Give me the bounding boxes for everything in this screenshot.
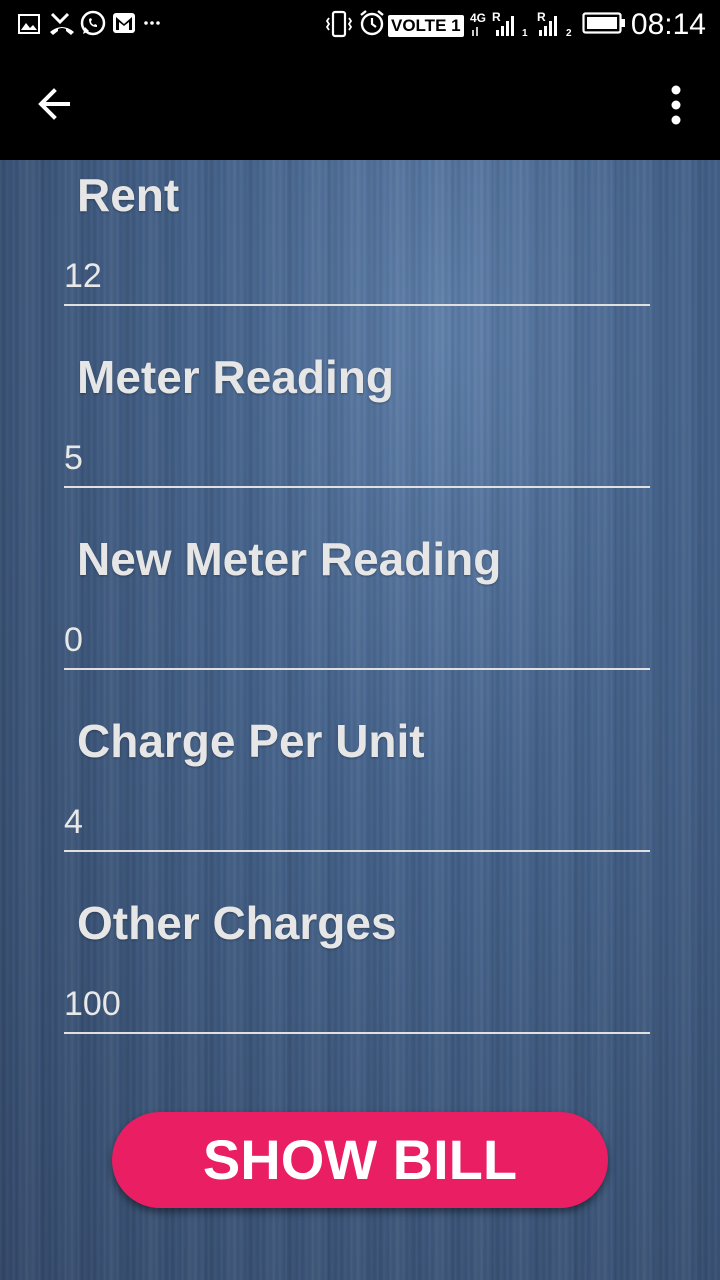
sim-1-label: 1: [522, 28, 528, 39]
status-bar: VOLTE 1 4G R 1 R 2 08:14: [0, 0, 720, 50]
image-icon: [18, 14, 40, 34]
meter-reading-input[interactable]: 5: [64, 436, 650, 488]
overflow-menu-icon[interactable]: [656, 80, 696, 130]
signal-icon: [472, 16, 514, 36]
new-meter-reading-label: New Meter Reading: [77, 533, 502, 585]
status-time: 08:14: [630, 8, 706, 41]
other-charges-label: Other Charges: [77, 897, 397, 949]
new-meter-reading-input[interactable]: 0: [64, 618, 650, 670]
rent-label: Rent: [77, 169, 180, 221]
sim-2-label: 2: [566, 28, 572, 39]
app-toolbar: [0, 50, 720, 160]
signal-icon: [539, 16, 557, 36]
whatsapp-icon: [80, 10, 106, 36]
other-charges-input[interactable]: 100: [64, 982, 650, 1034]
more-notifications-icon: [144, 21, 160, 25]
vibrate-icon: [325, 10, 353, 38]
back-arrow-icon[interactable]: [28, 76, 84, 132]
meter-reading-label: Meter Reading: [77, 351, 394, 403]
charge-per-unit-label: Charge Per Unit: [77, 715, 425, 767]
rent-input[interactable]: 12: [64, 254, 650, 306]
battery-icon: [582, 12, 625, 34]
charge-per-unit-input[interactable]: 4: [64, 800, 650, 852]
show-bill-button[interactable]: SHOW BILL: [112, 1112, 608, 1208]
volte-badge: VOLTE 1: [388, 15, 464, 37]
bill-form: Rent 12 Meter Reading 5 New Meter Readin…: [0, 160, 720, 1280]
gmail-icon: [113, 13, 135, 33]
missed-call-icon: [50, 12, 74, 35]
alarm-icon: [360, 10, 384, 36]
